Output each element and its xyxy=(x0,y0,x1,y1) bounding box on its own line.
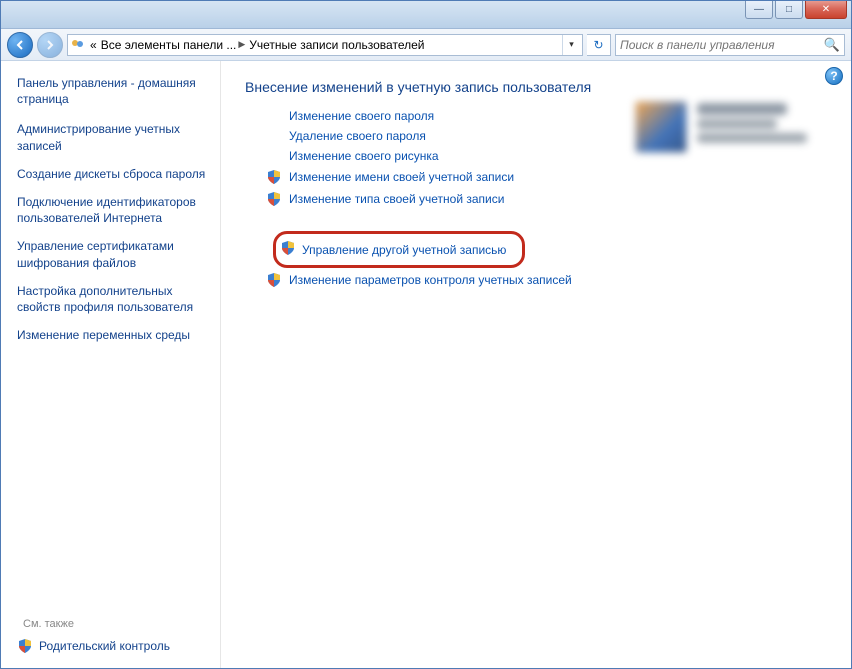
breadcrumb-bar[interactable]: « Все элементы панели ... ▶ Учетные запи… xyxy=(67,34,583,56)
task-link-label: Изменение своего пароля xyxy=(289,109,434,123)
search-box: 🔍 xyxy=(615,34,845,56)
titlebar: — □ ✕ xyxy=(1,1,851,29)
task-link-label: Изменение имени своей учетной записи xyxy=(289,170,514,184)
location-icon xyxy=(70,37,86,53)
sidebar-item-advanced-profile[interactable]: Настройка дополнительных свойств профиля… xyxy=(17,283,206,315)
breadcrumb-prefix: « xyxy=(90,38,97,52)
close-button[interactable]: ✕ xyxy=(805,1,847,19)
breadcrumb-dropdown[interactable]: ▾ xyxy=(562,35,580,55)
sidebar-spacer xyxy=(17,355,206,610)
breadcrumb-item-2[interactable]: Учетные записи пользователей xyxy=(249,38,424,52)
shield-icon xyxy=(17,638,33,654)
back-button[interactable] xyxy=(7,32,33,58)
window-controls: — □ ✕ xyxy=(745,1,847,19)
refresh-button[interactable]: ↻ xyxy=(587,34,611,56)
task-link-label: Изменение типа своей учетной записи xyxy=(289,192,504,206)
highlighted-task-manage-other-account[interactable]: Управление другой учетной записью xyxy=(273,231,525,268)
sidebar-item-manage-certs[interactable]: Управление сертификатами шифрования файл… xyxy=(17,238,206,270)
sidebar-item-link-online-ids[interactable]: Подключение идентификаторов пользователе… xyxy=(17,194,206,226)
shield-icon xyxy=(265,191,283,207)
task-change-uac-settings[interactable]: Изменение параметров контроля учетных за… xyxy=(265,272,831,288)
breadcrumb-item-1[interactable]: Все элементы панели ... ▶ xyxy=(101,38,246,52)
breadcrumb-item-1-label: Все элементы панели ... xyxy=(101,38,237,52)
user-info-blurred xyxy=(697,101,807,165)
forward-button[interactable] xyxy=(37,32,63,58)
minimize-button[interactable]: — xyxy=(745,1,773,19)
page-title: Внесение изменений в учетную запись поль… xyxy=(245,79,831,95)
shield-icon xyxy=(265,272,283,288)
control-panel-home-link[interactable]: Панель управления - домашняя страница xyxy=(17,75,206,107)
search-input[interactable] xyxy=(620,38,824,52)
sidebar-item-parental-controls-label: Родительский контроль xyxy=(39,639,170,653)
task-change-account-name[interactable]: Изменение имени своей учетной записи xyxy=(265,169,831,185)
shield-icon xyxy=(265,169,283,185)
task-link-label: Изменение своего рисунка xyxy=(289,149,439,163)
breadcrumb-item-2-label: Учетные записи пользователей xyxy=(249,38,424,52)
sidebar-item-password-reset-disk[interactable]: Создание дискеты сброса пароля xyxy=(17,166,206,182)
user-account-card xyxy=(635,101,835,165)
sidebar-item-manage-accounts[interactable]: Администрирование учетных записей xyxy=(17,121,206,153)
see-also-label: См. также xyxy=(23,618,206,630)
main-content: ? Внесение изменений в учетную запись по… xyxy=(221,61,851,668)
maximize-button[interactable]: □ xyxy=(775,1,803,19)
task-link-label: Изменение параметров контроля учетных за… xyxy=(289,273,572,287)
task-link-label: Удаление своего пароля xyxy=(289,129,426,143)
address-bar-row: « Все элементы панели ... ▶ Учетные запи… xyxy=(1,29,851,61)
search-icon[interactable]: 🔍 xyxy=(824,37,840,53)
body-pane: Панель управления - домашняя страница Ад… xyxy=(1,61,851,668)
window-frame: — □ ✕ « Все элементы панели ... ▶ Учетны… xyxy=(0,0,852,669)
sidebar: Панель управления - домашняя страница Ад… xyxy=(1,61,221,668)
sidebar-item-parental-controls[interactable]: Родительский контроль xyxy=(17,638,206,660)
help-button[interactable]: ? xyxy=(825,67,843,85)
task-change-account-type[interactable]: Изменение типа своей учетной записи xyxy=(265,191,831,207)
task-link-label: Управление другой учетной записью xyxy=(302,243,506,257)
sidebar-item-env-vars[interactable]: Изменение переменных среды xyxy=(17,327,206,343)
avatar xyxy=(635,101,687,153)
shield-icon xyxy=(280,240,296,259)
chevron-right-icon: ▶ xyxy=(238,39,245,50)
